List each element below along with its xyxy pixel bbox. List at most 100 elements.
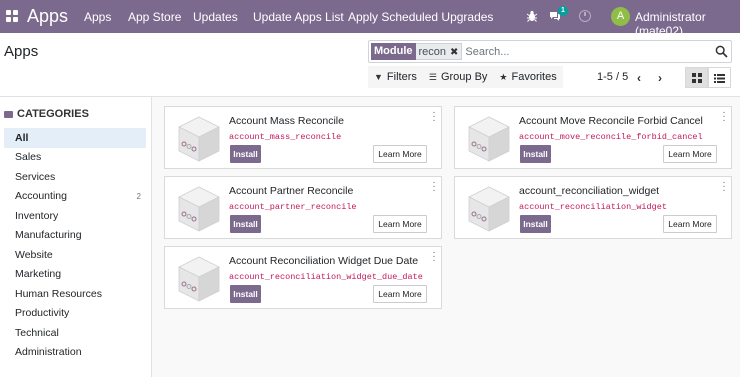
pager-previous-chevron-icon[interactable]: ‹: [637, 71, 641, 85]
module-box-icon: [468, 116, 510, 162]
category-label: Accounting: [15, 190, 67, 203]
categories-heading: CATEGORIES: [4, 108, 89, 120]
category-item-human-resources[interactable]: Human Resources: [4, 284, 146, 304]
group-by-bars-icon: ☰: [428, 71, 437, 82]
app-menu-grid-icon[interactable]: [6, 10, 18, 22]
install-button[interactable]: Install: [230, 215, 261, 233]
kanban-view-button[interactable]: [685, 67, 708, 88]
menu-app-store[interactable]: App Store: [128, 10, 181, 24]
app-technical-name: account_reconciliation_widget_due_date: [229, 272, 423, 282]
pager-value[interactable]: 1-5 / 5: [597, 71, 628, 83]
module-box-icon: [178, 186, 220, 232]
category-label: Administration: [15, 346, 82, 359]
kanban-grid-icon: [691, 72, 702, 83]
category-item-manufacturing[interactable]: Manufacturing: [4, 226, 146, 246]
category-label: Services: [15, 170, 56, 183]
apps-kanban-view: Account Mass Reconcile account_mass_reco…: [152, 97, 740, 377]
card-options-kebab-icon[interactable]: · · ·: [431, 108, 437, 126]
search-icon[interactable]: [715, 45, 728, 58]
page-title: Apps: [4, 43, 39, 60]
menu-update-apps-list[interactable]: Update Apps List: [253, 10, 344, 24]
filter-funnel-icon: ▼: [374, 72, 383, 82]
app-card[interactable]: Account Move Reconcile Forbid Cancel acc…: [454, 106, 732, 169]
category-item-all[interactable]: All: [4, 128, 146, 148]
debug-bug-icon[interactable]: [526, 10, 538, 22]
category-item-services[interactable]: Services: [4, 167, 146, 187]
card-options-kebab-icon[interactable]: · · ·: [721, 108, 727, 126]
activity-clock-icon[interactable]: [579, 10, 591, 22]
learn-more-button[interactable]: Learn More: [373, 285, 427, 303]
category-item-technical[interactable]: Technical: [4, 323, 146, 343]
category-item-accounting[interactable]: Accounting 2: [4, 187, 146, 207]
learn-more-button[interactable]: Learn More: [663, 215, 717, 233]
facet-value-text: recon: [418, 46, 447, 58]
app-title: Account Partner Reconcile: [229, 185, 354, 197]
category-label: Technical: [15, 326, 59, 339]
category-label: Productivity: [15, 307, 70, 320]
list-view-button[interactable]: [708, 67, 731, 88]
user-avatar[interactable]: A: [611, 7, 630, 26]
star-icon: ★: [499, 71, 508, 82]
app-title: account_reconciliation_widget: [519, 185, 660, 197]
category-label: Marketing: [15, 268, 62, 281]
app-technical-name: account_mass_reconcile: [229, 132, 342, 142]
app-card[interactable]: account_reconciliation_widget account_re…: [454, 176, 732, 239]
search-facet: Module recon ✖: [371, 43, 463, 60]
remove-facet-icon[interactable]: ✖: [450, 47, 458, 58]
favorites-button[interactable]: ★ Favorites: [493, 66, 562, 88]
group-by-button[interactable]: ☰ Group By: [423, 66, 494, 88]
app-card[interactable]: Account Partner Reconcile account_partne…: [164, 176, 442, 239]
search-input[interactable]: [465, 45, 716, 58]
app-technical-name: account_move_reconcile_forbid_cancel: [519, 132, 703, 142]
list-lines-icon: [714, 73, 725, 83]
user-menu-name[interactable]: Administrator (mate02): [635, 10, 740, 38]
category-list: All Sales Services Accounting 2 Inventory…: [4, 128, 146, 362]
filters-button[interactable]: ▼ Filters: [368, 66, 423, 88]
menu-apply-scheduled-upgrades[interactable]: Apply Scheduled Upgrades: [348, 10, 493, 24]
card-options-kebab-icon[interactable]: · · ·: [431, 178, 437, 196]
search-options-bar: ▼ Filters ☰ Group By ★ Favorites: [368, 66, 563, 88]
facet-label: Module: [371, 43, 416, 60]
category-label: Website: [15, 248, 53, 261]
top-navbar: Apps Apps App Store Updates Update Apps …: [0, 0, 740, 38]
category-item-website[interactable]: Website: [4, 245, 146, 265]
favorites-label: Favorites: [511, 71, 557, 83]
search-bar[interactable]: Module recon ✖: [368, 40, 732, 63]
card-options-kebab-icon[interactable]: · · ·: [721, 178, 727, 196]
app-technical-name: account_partner_reconcile: [229, 202, 357, 212]
app-brand[interactable]: Apps: [27, 6, 68, 27]
card-options-kebab-icon[interactable]: · · ·: [431, 248, 437, 266]
category-count: 2: [136, 191, 141, 201]
folder-icon: [4, 110, 13, 118]
app-title: Account Mass Reconcile: [229, 115, 344, 127]
install-button[interactable]: Install: [520, 145, 551, 163]
category-label: Sales: [15, 151, 42, 164]
app-card[interactable]: Account Reconciliation Widget Due Date a…: [164, 246, 442, 309]
category-label: Inventory: [15, 209, 59, 222]
view-switcher: [685, 67, 731, 88]
categories-sidebar: CATEGORIES All Sales Services Accounting…: [0, 97, 152, 377]
category-item-productivity[interactable]: Productivity: [4, 304, 146, 324]
install-button[interactable]: Install: [230, 285, 261, 303]
module-box-icon: [178, 256, 220, 302]
category-label: Manufacturing: [15, 229, 82, 242]
install-button[interactable]: Install: [520, 215, 551, 233]
filters-label: Filters: [386, 71, 417, 83]
pager-next-chevron-icon[interactable]: ›: [658, 71, 662, 85]
install-button[interactable]: Install: [230, 145, 261, 163]
app-title: Account Reconciliation Widget Due Date: [229, 255, 419, 267]
app-card[interactable]: Account Mass Reconcile account_mass_reco…: [164, 106, 442, 169]
learn-more-button[interactable]: Learn More: [663, 145, 717, 163]
menu-updates[interactable]: Updates: [193, 10, 238, 24]
learn-more-button[interactable]: Learn More: [373, 215, 427, 233]
facet-value: recon ✖: [415, 43, 463, 60]
menu-apps[interactable]: Apps: [84, 10, 111, 24]
module-box-icon: [178, 116, 220, 162]
category-item-administration[interactable]: Administration: [4, 343, 146, 363]
category-item-inventory[interactable]: Inventory: [4, 206, 146, 226]
learn-more-button[interactable]: Learn More: [373, 145, 427, 163]
category-item-sales[interactable]: Sales: [4, 148, 146, 168]
app-technical-name: account_reconciliation_widget: [519, 202, 667, 212]
category-item-marketing[interactable]: Marketing: [4, 265, 146, 285]
module-box-icon: [468, 186, 510, 232]
